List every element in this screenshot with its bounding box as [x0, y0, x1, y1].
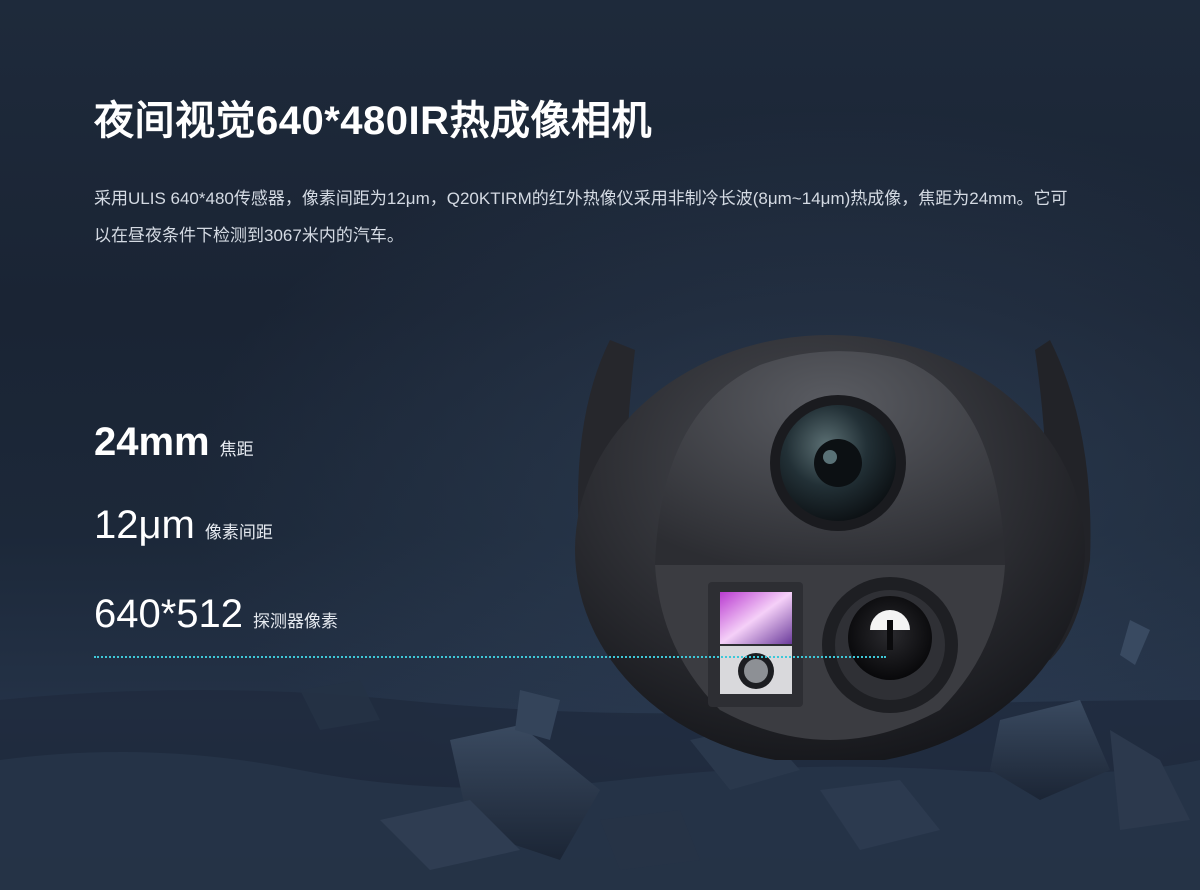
spec-focal-length: 24mm 焦距 [94, 420, 254, 465]
spec-detector-pixels: 640*512 探测器像素 [94, 592, 338, 637]
decorative-dotted-line [94, 656, 886, 658]
spec-label: 焦距 [219, 440, 254, 459]
spec-label: 像素间距 [204, 523, 273, 542]
product-description: 采用ULIS 640*480传感器，像素间距为12μm，Q20KTIRM的红外热… [94, 189, 1068, 245]
spec-pixel-pitch: 12μm 像素间距 [94, 503, 273, 548]
page-title: 夜间视觉640*480IR热成像相机 [94, 99, 653, 143]
spec-value: 24mm [94, 420, 210, 464]
spec-value: 640*512 [94, 592, 244, 636]
thermal-camera-image [575, 335, 1091, 760]
spec-label: 探测器像素 [253, 612, 339, 631]
spec-value: 12μm [94, 503, 195, 547]
